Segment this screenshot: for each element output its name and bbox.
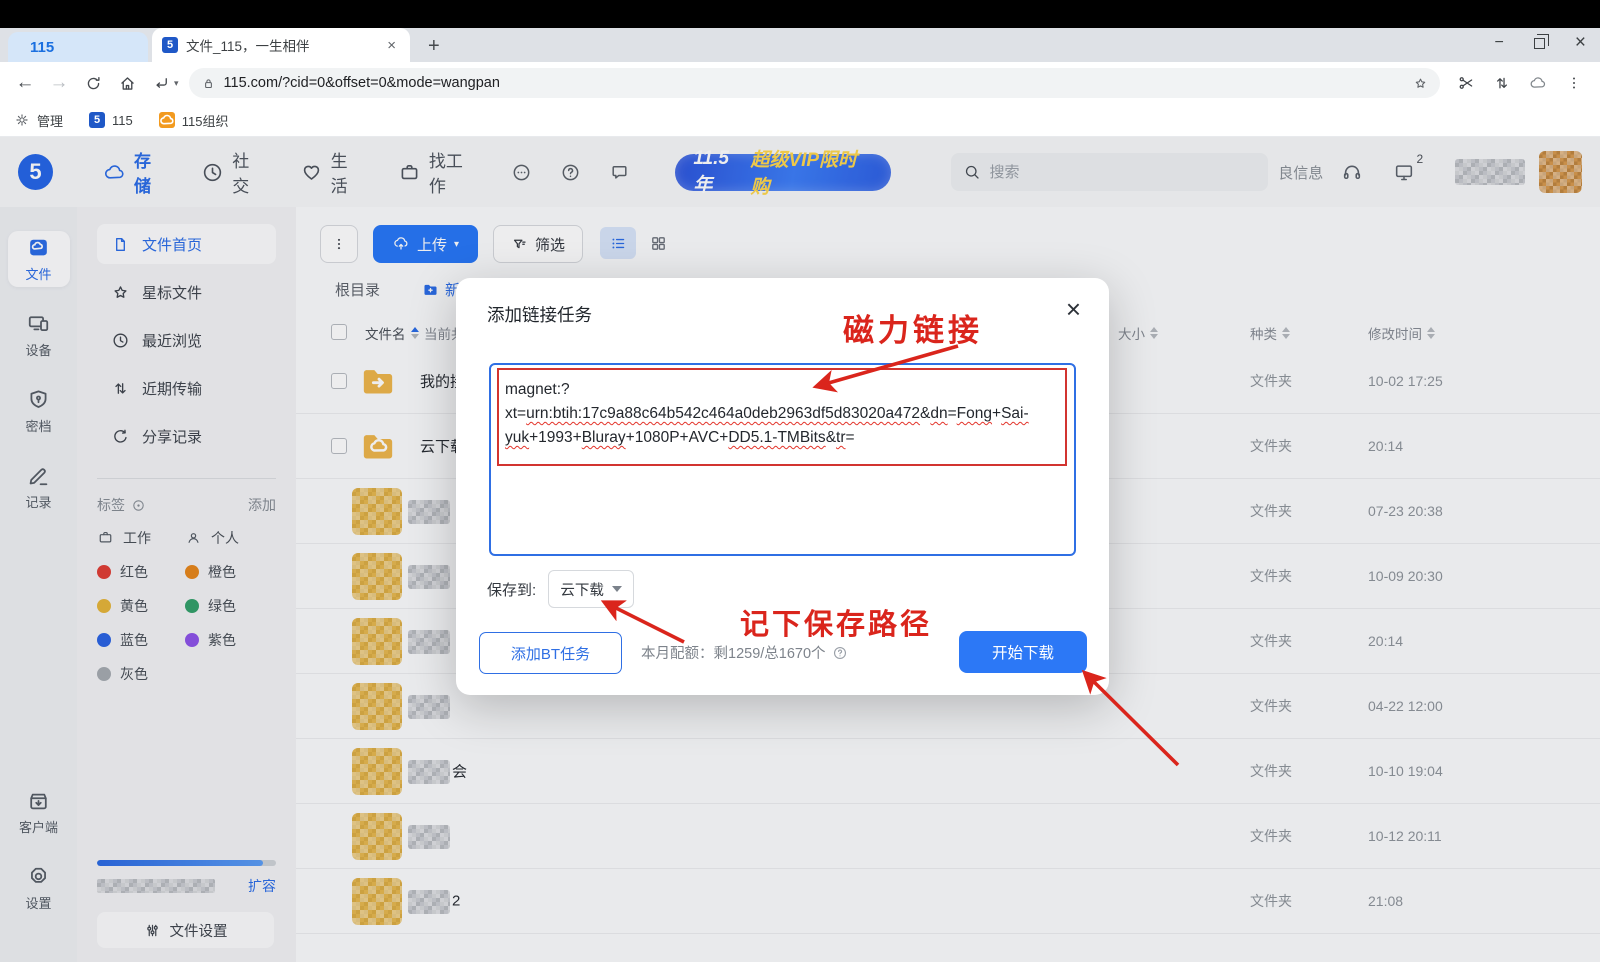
bookmark-label: 115组织 — [182, 111, 229, 130]
magnet-link-segment: + — [992, 405, 1001, 422]
cloud-extension-icon[interactable] — [1522, 68, 1554, 98]
magnet-link-segment: & — [920, 405, 930, 422]
bookmark-115-org[interactable]: 115组织 — [159, 111, 229, 130]
refresh-button[interactable] — [78, 68, 108, 98]
scissors-extension-icon[interactable] — [1450, 68, 1482, 98]
magnet-link-segment: = — [846, 429, 855, 446]
modal-close-icon[interactable]: × — [1066, 294, 1081, 325]
gear-icon — [14, 112, 30, 128]
page-115: 5 存储社交生活找工作 11.5年 超级VIP限时购 良信息 2 文件设备密档记… — [0, 137, 1600, 962]
bookmark-manage[interactable]: 管理 — [14, 111, 63, 130]
magnet-link-segment: magnet:? — [505, 381, 570, 398]
quota-info: 本月配额：剩1259/总1670个 — [641, 642, 848, 663]
magnet-link-segment: Bluray — [582, 429, 626, 446]
url-text: 115.com/?cid=0&offset=0&mode=wangpan — [224, 75, 1405, 91]
bookmark-star-icon[interactable] — [1413, 76, 1428, 91]
bookmark-label: 管理 — [37, 111, 63, 130]
bookmarks-bar: 管理 5 115 115组织 — [0, 104, 1600, 137]
save-path-dropdown[interactable]: 云下载 — [548, 570, 634, 608]
browser-window: 115 5 文件_115，一生相伴 × + − × ← → ▾ 115.com/… — [0, 0, 1600, 962]
magnet-link-segment: +1080P+AVC+ — [626, 429, 729, 446]
lock-icon — [201, 76, 216, 91]
window-controls: − × — [1495, 32, 1586, 54]
bookmark-label: 115 — [112, 113, 133, 128]
window-titlebar — [0, 0, 1600, 28]
window-close-button[interactable]: × — [1575, 32, 1586, 54]
bookmark-115[interactable]: 5 115 — [89, 112, 133, 128]
tab-title: 文件_115，一生相伴 — [186, 35, 375, 55]
tab-group-115[interactable]: 115 — [8, 32, 148, 62]
add-bt-task-button[interactable]: 添加BT任务 — [479, 632, 622, 674]
magnet-link-segment: tr — [836, 429, 845, 446]
active-tab[interactable]: 5 文件_115，一生相伴 × — [152, 28, 410, 62]
magnet-link-segment: Fong — [957, 405, 992, 422]
return-caret-icon[interactable]: ▾ — [174, 78, 179, 89]
save-path-value: 云下载 — [560, 579, 604, 600]
start-download-button[interactable]: 开始下载 — [959, 631, 1087, 673]
magnet-link-segment: xt= — [505, 405, 526, 422]
transfer-extension-icon[interactable] — [1486, 68, 1518, 98]
dropdown-caret-icon — [612, 586, 622, 592]
cloud-orange-icon — [159, 112, 175, 128]
address-bar[interactable]: 115.com/?cid=0&offset=0&mode=wangpan — [189, 68, 1440, 98]
magnet-input[interactable]: magnet:? xt=urn:btih:17c9a88c64b542c464a0… — [489, 363, 1076, 556]
save-to-row: 保存到: 云下载 — [487, 570, 634, 608]
tab-strip: 115 5 文件_115，一生相伴 × + − × — [0, 28, 1600, 62]
magnet-link-segment: +1993+ — [529, 429, 582, 446]
back-button[interactable]: ← — [10, 68, 40, 98]
forward-button[interactable]: → — [44, 68, 74, 98]
magnet-link-segment: urn:btih:17c9a88c64b542c464a0deb2963df5d… — [526, 405, 920, 422]
quota-text: 本月配额：剩1259/总1670个 — [641, 642, 826, 663]
magnet-link-segment: Sai- — [1001, 405, 1029, 422]
new-tab-button[interactable]: + — [420, 35, 448, 58]
magnet-link-segment: & — [826, 429, 836, 446]
magnet-link-segment: yuk — [505, 429, 529, 446]
magnet-link-segment: dn — [930, 405, 947, 422]
restore-button[interactable] — [1534, 38, 1545, 49]
add-link-task-modal: 添加链接任务 × magnet:? xt=urn:btih:17c9a88c64b… — [456, 278, 1109, 695]
modal-title: 添加链接任务 — [487, 302, 592, 327]
save-to-label: 保存到: — [487, 579, 536, 600]
browser-toolbar: ← → ▾ 115.com/?cid=0&offset=0&mode=wangp… — [0, 62, 1600, 104]
minimize-button[interactable]: − — [1495, 34, 1504, 52]
magnet-link-segment: = — [948, 405, 957, 422]
browser-menu-icon[interactable] — [1558, 68, 1590, 98]
quota-help-icon[interactable] — [832, 645, 848, 661]
tab-group-label: 115 — [30, 39, 54, 56]
home-button[interactable] — [112, 68, 142, 98]
tab-favicon: 5 — [162, 37, 178, 53]
extension-return-icon[interactable] — [146, 68, 176, 98]
favicon-5: 5 — [89, 112, 105, 128]
magnet-link-segment: DD5.1-TMBits — [728, 429, 825, 446]
tab-close-icon[interactable]: × — [383, 37, 400, 54]
